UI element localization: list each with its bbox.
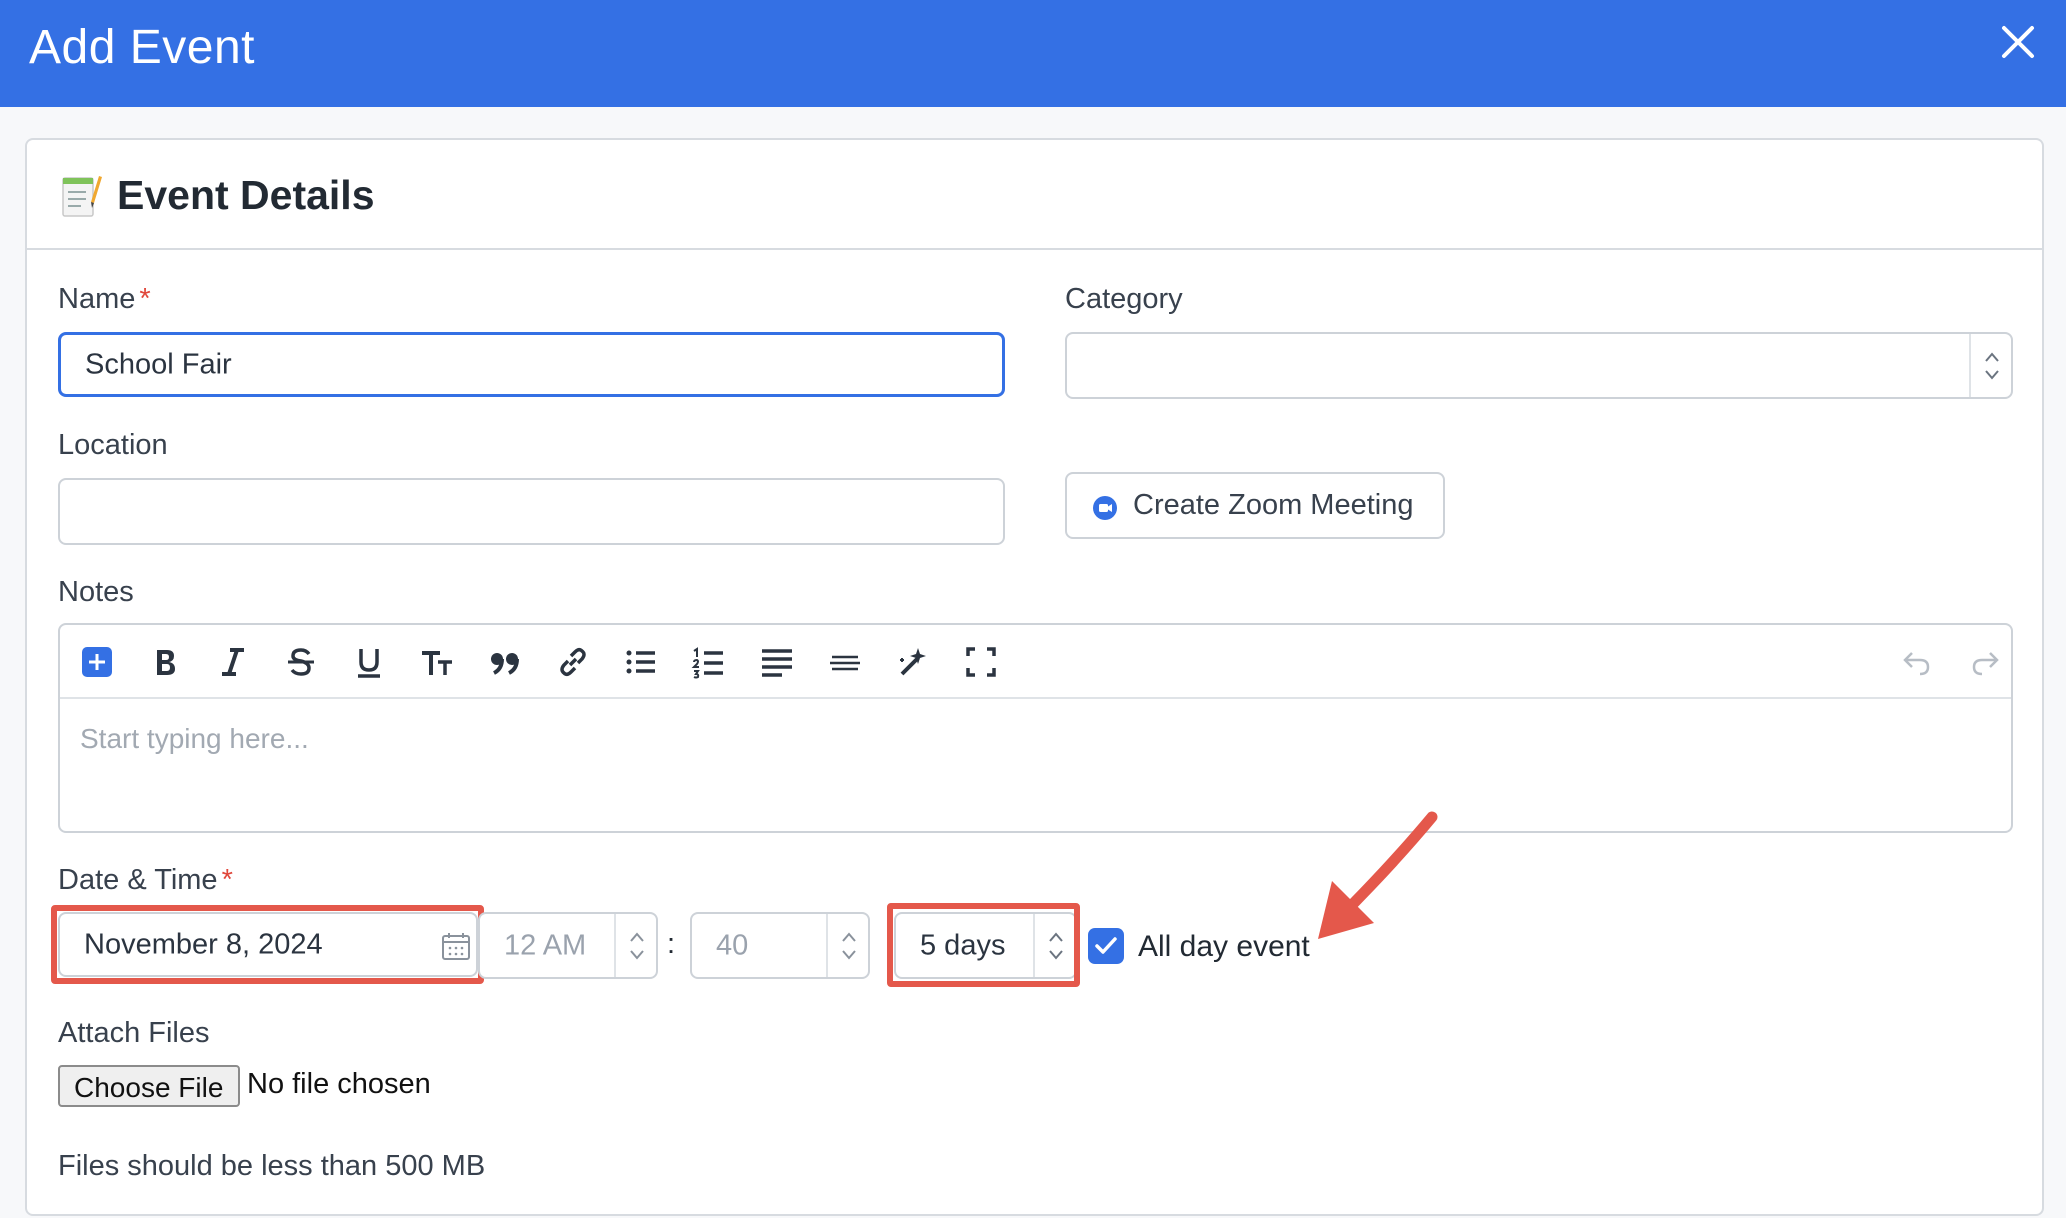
category-label: Category xyxy=(1065,283,1183,315)
file-size-hint: Files should be less than 500 MB xyxy=(58,1150,486,1182)
strikethrough-icon[interactable] xyxy=(282,643,320,681)
choose-file-button[interactable]: Choose File xyxy=(58,1065,240,1107)
all-day-label[interactable]: All day event xyxy=(1138,930,1310,964)
zoom-button-label: Create Zoom Meeting xyxy=(1133,489,1414,521)
minute-select[interactable]: 40 xyxy=(690,912,870,979)
category-select[interactable] xyxy=(1065,332,2013,399)
underline-icon[interactable] xyxy=(350,643,388,681)
name-label: Name * xyxy=(58,283,151,315)
event-details-card: Event Details Name * School Fair Category… xyxy=(25,138,2044,1216)
check-icon xyxy=(1095,937,1117,954)
hour-select-value: 12 AM xyxy=(504,929,587,961)
notes-label: Notes xyxy=(58,576,134,608)
name-input[interactable]: School Fair xyxy=(58,332,1005,397)
create-zoom-meeting-button[interactable]: Create Zoom Meeting xyxy=(1065,472,1445,539)
italic-icon[interactable] xyxy=(214,643,252,681)
location-label: Location xyxy=(58,429,168,461)
required-mark: * xyxy=(139,283,151,315)
select-spinner-icon xyxy=(1969,334,2011,397)
minute-select-value: 40 xyxy=(716,929,749,961)
link-icon[interactable] xyxy=(554,643,592,681)
fullscreen-icon[interactable] xyxy=(962,643,1000,681)
date-highlight xyxy=(51,905,484,984)
card-header: Event Details xyxy=(27,140,2042,250)
close-icon[interactable] xyxy=(1998,22,2038,62)
undo-icon[interactable] xyxy=(1898,643,1936,681)
zoom-icon xyxy=(1093,496,1117,520)
duration-highlight xyxy=(887,903,1080,987)
card-title: Event Details xyxy=(117,172,375,218)
time-separator: : xyxy=(667,928,676,960)
dialog-header: Add Event xyxy=(0,0,2066,107)
bulleted-list-icon[interactable] xyxy=(622,643,660,681)
notes-placeholder: Start typing here... xyxy=(80,723,309,754)
horizontal-rule-icon[interactable] xyxy=(826,643,864,681)
bold-icon[interactable] xyxy=(146,643,184,681)
required-mark: * xyxy=(221,864,233,896)
editor-toolbar xyxy=(60,625,2011,699)
hour-spinner-icon xyxy=(614,914,656,977)
all-day-checkbox[interactable] xyxy=(1088,928,1124,964)
dialog-title: Add Event xyxy=(29,21,255,74)
magic-format-icon[interactable] xyxy=(894,643,932,681)
location-input[interactable] xyxy=(58,478,1005,545)
redo-icon[interactable] xyxy=(1966,643,2004,681)
file-status: No file chosen xyxy=(247,1068,431,1100)
choose-file-label: Choose File xyxy=(74,1072,224,1103)
align-icon[interactable] xyxy=(758,643,796,681)
notes-editor[interactable]: Start typing here... xyxy=(58,623,2013,833)
minute-spinner-icon xyxy=(826,914,868,977)
hour-select[interactable]: 12 AM xyxy=(478,912,658,979)
quote-icon[interactable] xyxy=(486,643,524,681)
text-size-icon[interactable] xyxy=(418,643,456,681)
annotation-arrow xyxy=(1318,811,1438,939)
numbered-list-icon[interactable] xyxy=(690,643,728,681)
date-time-label: Date & Time * xyxy=(58,864,233,896)
attach-files-label: Attach Files xyxy=(58,1017,210,1049)
memo-icon xyxy=(61,172,103,218)
add-block-icon[interactable] xyxy=(78,643,116,681)
name-input-value: School Fair xyxy=(85,348,232,380)
